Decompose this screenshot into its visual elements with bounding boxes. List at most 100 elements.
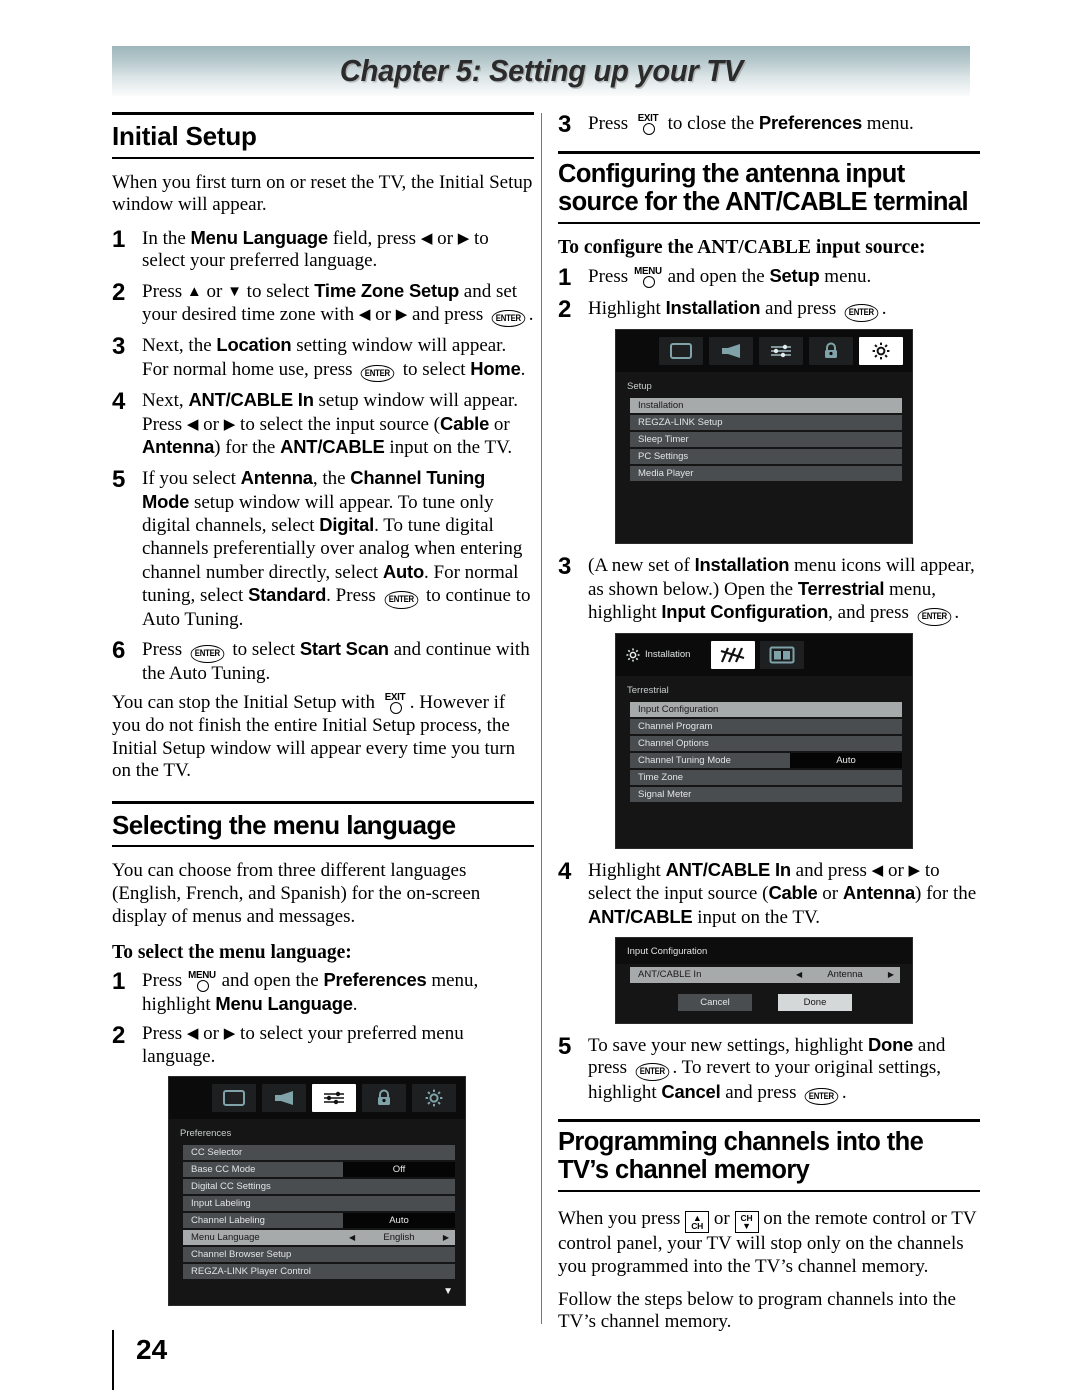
page-number: 24 (136, 1334, 168, 1365)
programming-paragraph-2: Follow the steps below to program channe… (558, 1288, 956, 1333)
tv-row-label: Digital CC Settings (191, 1180, 271, 1192)
step-number: 4 (558, 857, 572, 885)
tv-row-label: Sleep Timer (638, 434, 689, 446)
sound-icon[interactable] (262, 1083, 306, 1112)
tv-menu-row[interactable]: Sleep Timer (630, 432, 902, 448)
tv-row-label: Channel Tuning Mode (638, 754, 731, 766)
tv-row-value[interactable]: ◀ Antenna ▶ (790, 966, 900, 983)
step-number: 2 (112, 279, 126, 307)
picture-icon[interactable] (212, 1083, 256, 1112)
step-text: Press MENU and open the Setup menu. (588, 265, 872, 289)
tv-breadcrumb: Preferences (180, 1127, 232, 1139)
tv-menu-row[interactable]: PC Settings (630, 449, 902, 465)
exit-key-icon: EXIT (380, 691, 410, 715)
step-number: 5 (558, 1032, 572, 1060)
enter-key-icon: ENTER (491, 309, 526, 328)
picture-icon[interactable] (659, 337, 703, 366)
step-text: Press ◀ or ▶ to select your preferred me… (142, 1023, 464, 1068)
exit-key-icon: EXIT (633, 112, 663, 135)
right-arrow-icon[interactable]: ▶ (888, 970, 894, 979)
done-button[interactable]: Done (778, 993, 852, 1011)
step-number: 3 (558, 553, 572, 581)
tv-row-label: Installation (638, 400, 684, 412)
setup-icon[interactable] (412, 1083, 456, 1112)
heading-programming-channels: Programming channels into the TV’s chann… (558, 1119, 980, 1193)
step-text: Press ▲ or ▼ to select Time Zone Setup a… (142, 280, 534, 328)
tv-row-value: Auto (790, 752, 902, 768)
tv-menu-row[interactable]: Channel Labeling Auto (183, 1212, 455, 1228)
tv-row-label: Channel Program (638, 720, 713, 732)
menu-key-icon: MENU (633, 265, 663, 289)
left-arrow-icon[interactable]: ◀ (349, 1233, 355, 1242)
tv-menu-row-selected[interactable]: Installation (630, 398, 902, 414)
tv-menu-row-selected[interactable]: ANT/CABLE In ◀ Antenna ▶ (630, 966, 900, 983)
step-number: 1 (558, 264, 572, 292)
tv-dialog-body: ANT/CABLE In ◀ Antenna ▶ Cancel Done (616, 964, 912, 1023)
tv-row-list: CC Selector Base CC Mode Off Digital CC S… (169, 1144, 465, 1279)
chapter-banner: Chapter 5: Setting up your TV (112, 46, 970, 96)
channel-down-key-icon: CH ▼ (734, 1211, 759, 1234)
tv-menu-row[interactable]: REGZA-LINK Player Control (183, 1263, 455, 1279)
step-item: 1 In the Menu Language field, press ◀ or… (112, 227, 534, 273)
step-number: 3 (112, 333, 126, 361)
tv-icon-bar: Installation (616, 633, 912, 676)
tv-menu-row[interactable]: Input Labeling (183, 1195, 455, 1211)
tv-dialog-title: Input Configuration (616, 937, 912, 964)
step-text: In the Menu Language field, press ◀ or ▶… (142, 226, 489, 272)
lock-icon[interactable] (362, 1083, 406, 1112)
tv-menu-row[interactable]: REGZA-LINK Setup (630, 415, 902, 431)
tv-input-icon[interactable] (760, 640, 805, 669)
tv-menu-screenshot-installation: Installation Terrestrial Input Configura… (615, 632, 913, 849)
antenna-icon[interactable] (711, 640, 756, 669)
tv-row-label: CC Selector (191, 1146, 243, 1158)
tv-menu-row[interactable]: Channel Tuning Mode Auto (630, 752, 902, 768)
tv-menu-row[interactable]: Channel Options (630, 735, 902, 751)
tv-row-label: REGZA-LINK Setup (638, 417, 723, 429)
tv-menu-row-selected[interactable]: Input Configuration (630, 701, 902, 717)
setup-icon[interactable] (859, 337, 903, 366)
tv-installation-title-group: Installation (626, 648, 690, 662)
step-item: 6 Press ENTER to select Start Scan and c… (112, 638, 534, 685)
tv-row-label: Channel Options (638, 737, 709, 749)
tv-menu-row[interactable]: Channel Browser Setup (183, 1246, 455, 1262)
tv-row-list: Installation REGZA-LINK Setup Sleep Time… (616, 398, 912, 482)
tv-row-value: Auto (343, 1212, 455, 1228)
step-item: 5 To save your new settings, highlight D… (558, 1034, 980, 1106)
step-text: If you select Antenna, the Channel Tunin… (142, 467, 531, 630)
scroll-down-icon[interactable]: ▼ (169, 1281, 465, 1305)
step-text: Highlight ANT/CABLE In and press ◀ or ▶ … (588, 858, 977, 928)
tv-menu-row[interactable]: CC Selector (183, 1144, 455, 1160)
step-text: Press MENU and open the Preferences menu… (142, 969, 479, 1015)
tv-menu-row[interactable]: Time Zone (630, 769, 902, 785)
tv-menu-row[interactable]: Media Player (630, 466, 902, 482)
lock-icon[interactable] (809, 337, 853, 366)
tv-menu-row[interactable]: Channel Program (630, 718, 902, 734)
step-number: 1 (112, 968, 126, 996)
programming-paragraph-1: When you press ▲ CH or CH ▼ on the remote … (558, 1208, 977, 1277)
left-arrow-icon[interactable]: ◀ (796, 970, 802, 979)
tv-row-label: Base CC Mode (191, 1163, 256, 1175)
step-text: Next, ANT/CABLE In setup window will app… (142, 389, 518, 459)
heading-initial-setup: Initial Setup (112, 112, 534, 159)
column-divider (541, 113, 542, 1324)
step-text: Highlight Installation and press ENTER. (588, 297, 980, 322)
tv-menu-row[interactable]: Digital CC Settings (183, 1178, 455, 1194)
step-item: 4 Highlight ANT/CABLE In and press ◀ or … (558, 859, 980, 930)
tv-menu-row[interactable]: Signal Meter (630, 786, 902, 802)
step-text: Press ENTER to select Start Scan and con… (142, 638, 530, 684)
cancel-button[interactable]: Cancel (678, 993, 752, 1011)
preferences-icon[interactable] (759, 337, 803, 366)
tv-menu-row-selected[interactable]: Menu Language ◀ English ▶ (183, 1229, 455, 1245)
tv-row-value[interactable]: ◀ English ▶ (343, 1229, 455, 1245)
step-number: 5 (112, 466, 126, 494)
footer-rule (112, 1330, 114, 1390)
step-item: 4 Next, ANT/CABLE In setup window will a… (112, 389, 534, 460)
step-item: 5 If you select Antenna, the Channel Tun… (112, 467, 534, 631)
tv-row-label: ANT/CABLE In (638, 969, 702, 981)
enter-key-icon: ENTER (190, 645, 224, 663)
sound-icon[interactable] (709, 337, 753, 366)
tv-menu-row[interactable]: Base CC Mode Off (183, 1161, 455, 1177)
preferences-icon[interactable] (312, 1083, 356, 1112)
right-arrow-icon[interactable]: ▶ (443, 1233, 449, 1242)
tv-row-list: Input Configuration Channel Program Chan… (616, 701, 912, 802)
